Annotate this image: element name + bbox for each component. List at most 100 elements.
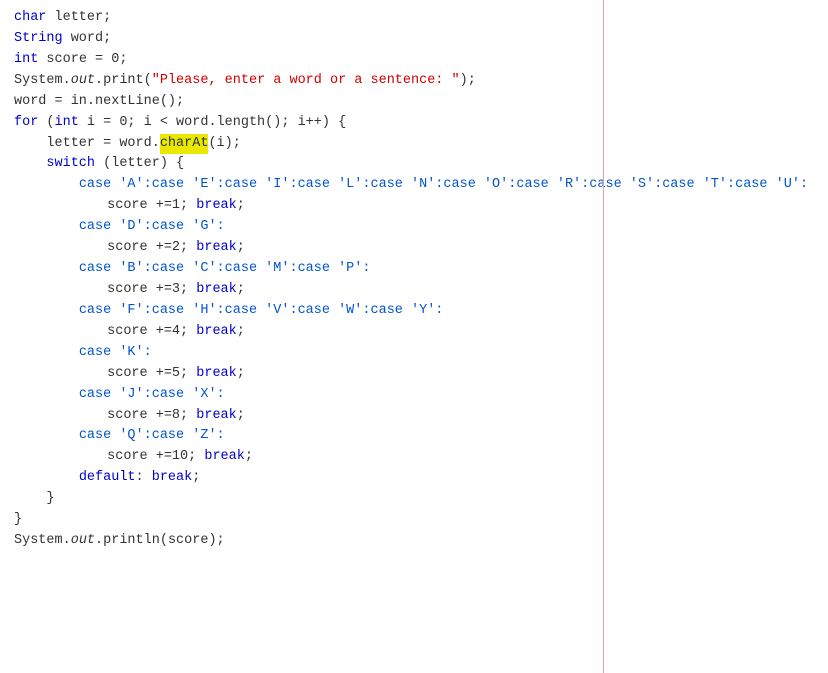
- token: out: [71, 71, 95, 92]
- token: case 'B':: [79, 259, 152, 280]
- token: break: [204, 447, 245, 468]
- token: letter;: [46, 8, 111, 29]
- token: case 'M':: [225, 259, 298, 280]
- code-line: letter = word.charAt(i);: [8, 134, 828, 155]
- token: case 'W':: [298, 301, 371, 322]
- token: switch: [46, 154, 95, 175]
- code-line: int score = 0;: [8, 50, 828, 71]
- token: case 'F':: [79, 301, 152, 322]
- token: score +=4;: [107, 322, 196, 343]
- token: break: [196, 238, 237, 259]
- token: case 'Q':: [79, 426, 152, 447]
- token: case 'D':: [79, 217, 152, 238]
- code-block: char letter;String word;int score = 0;Sy…: [8, 8, 828, 552]
- token: int: [14, 50, 38, 71]
- token: System.: [14, 71, 71, 92]
- code-line: }: [8, 510, 828, 531]
- token: .println(score);: [95, 531, 225, 552]
- token: break: [196, 406, 237, 427]
- token: (i);: [208, 134, 240, 155]
- token: break: [196, 322, 237, 343]
- token: }: [46, 489, 54, 510]
- code-line: score +=2; break;: [8, 238, 828, 259]
- code-line: score +=5; break;: [8, 364, 828, 385]
- vertical-guide-line: [603, 0, 604, 673]
- code-line: }: [8, 489, 828, 510]
- code-editor: char letter;String word;int score = 0;Sy…: [0, 0, 828, 673]
- token: String: [14, 29, 63, 50]
- token: ;: [237, 280, 245, 301]
- token: ;: [245, 447, 253, 468]
- token: case 'O':: [443, 175, 516, 196]
- token: case 'K':: [79, 343, 152, 364]
- code-line: score +=1; break;: [8, 196, 828, 217]
- token: "Please, enter a word or a sentence: ": [152, 71, 460, 92]
- token: case 'R':: [516, 175, 589, 196]
- code-line: case 'A':case 'E':case 'I':case 'L':case…: [8, 175, 828, 196]
- token: case 'N':: [371, 175, 444, 196]
- token: case 'E':: [152, 175, 225, 196]
- code-line: default: break;: [8, 468, 828, 489]
- code-line: switch (letter) {: [8, 154, 828, 175]
- token: case 'V':: [225, 301, 298, 322]
- token: int: [55, 113, 79, 134]
- code-line: case 'Q':case 'Z':: [8, 426, 828, 447]
- token: score = 0;: [38, 50, 127, 71]
- token: (letter) {: [95, 154, 184, 175]
- code-line: for (int i = 0; i < word.length(); i++) …: [8, 113, 828, 134]
- token: case 'Z':: [152, 426, 225, 447]
- code-line: case 'D':case 'G':: [8, 217, 828, 238]
- token: case 'S':: [589, 175, 662, 196]
- token: score +=5;: [107, 364, 196, 385]
- token: ;: [237, 364, 245, 385]
- token: score +=1;: [107, 196, 196, 217]
- code-line: score +=3; break;: [8, 280, 828, 301]
- token: case 'A':: [79, 175, 152, 196]
- token: case 'G':: [152, 217, 225, 238]
- token: ;: [237, 238, 245, 259]
- token: case 'L':: [298, 175, 371, 196]
- token: word;: [63, 29, 112, 50]
- code-line: score +=8; break;: [8, 406, 828, 427]
- token: case 'X':: [152, 385, 225, 406]
- token: score +=2;: [107, 238, 196, 259]
- code-line: case 'F':case 'H':case 'V':case 'W':case…: [8, 301, 828, 322]
- token: for: [14, 113, 38, 134]
- token: case 'C':: [152, 259, 225, 280]
- code-line: word = in.nextLine();: [8, 92, 828, 113]
- token: break: [196, 196, 237, 217]
- token: ;: [237, 406, 245, 427]
- token: (: [38, 113, 54, 134]
- code-line: score +=4; break;: [8, 322, 828, 343]
- token: case 'I':: [225, 175, 298, 196]
- token: case 'H':: [152, 301, 225, 322]
- token: word = in.nextLine();: [14, 92, 184, 113]
- token: score +=3;: [107, 280, 196, 301]
- token: letter = word.: [46, 134, 159, 155]
- token: out: [71, 531, 95, 552]
- code-line: System.out.println(score);: [8, 531, 828, 552]
- token: break: [152, 468, 193, 489]
- token: ;: [192, 468, 200, 489]
- token: break: [196, 280, 237, 301]
- token: case 'P':: [298, 259, 371, 280]
- code-line: case 'J':case 'X':: [8, 385, 828, 406]
- token: charAt: [160, 134, 209, 155]
- token: ;: [237, 196, 245, 217]
- code-line: System.out.print("Please, enter a word o…: [8, 71, 828, 92]
- token: score +=10;: [107, 447, 204, 468]
- code-line: case 'K':: [8, 343, 828, 364]
- token: case 'J':: [79, 385, 152, 406]
- code-line: case 'B':case 'C':case 'M':case 'P':: [8, 259, 828, 280]
- token: System.: [14, 531, 71, 552]
- token: break: [196, 364, 237, 385]
- token: case 'Y':: [371, 301, 444, 322]
- token: default: [79, 468, 136, 489]
- token: .print(: [95, 71, 152, 92]
- code-line: String word;: [8, 29, 828, 50]
- token: case 'U':: [735, 175, 808, 196]
- token: i = 0; i < word.length(); i++) {: [79, 113, 346, 134]
- token: :: [136, 468, 152, 489]
- token: }: [14, 510, 22, 531]
- token: score +=8;: [107, 406, 196, 427]
